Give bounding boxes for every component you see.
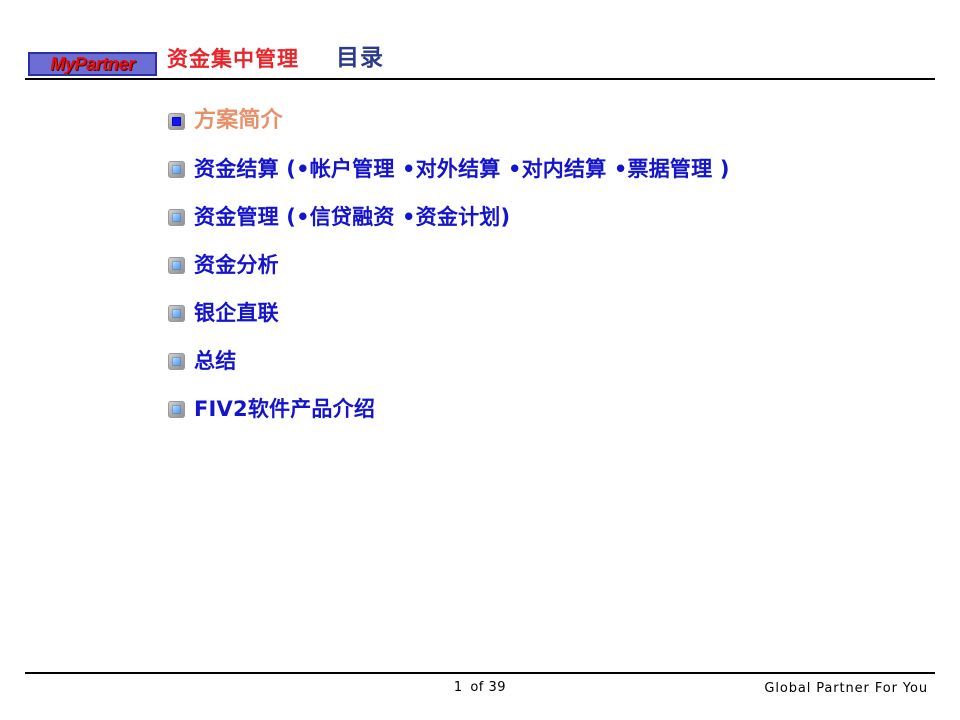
table-of-contents: 方案简介 资金结算 (•帐户管理 •对外结算 •对内结算 •票据管理 ) 资金管… — [168, 106, 948, 442]
page-separator: of — [470, 680, 484, 695]
toc-item-2[interactable]: 资金结算 (•帐户管理 •对外结算 •对内结算 •票据管理 ) — [168, 154, 948, 202]
toc-item-7[interactable]: FIV2软件产品介绍 — [168, 394, 948, 442]
toc-item-label: 资金结算 (•帐户管理 •对外结算 •对内结算 •票据管理 ) — [194, 157, 730, 181]
square-bullet-icon — [168, 353, 185, 370]
slide-header: MyPartner 资金集中管理 目录 — [0, 0, 960, 80]
header-divider — [25, 78, 935, 80]
slide-canvas: MyPartner 资金集中管理 目录 方案简介 资金结算 (•帐户管理 •对外… — [0, 0, 960, 720]
logo-wordmark: MyPartner — [50, 54, 135, 74]
toc-item-5[interactable]: 银企直联 — [168, 298, 948, 346]
toc-item-label: FIV2软件产品介绍 — [194, 397, 376, 421]
toc-item-3[interactable]: 资金管理 (•信贷融资 •资金计划) — [168, 202, 948, 250]
square-bullet-icon — [168, 113, 185, 130]
toc-item-label: 银企直联 — [194, 301, 279, 325]
square-bullet-icon — [168, 209, 185, 226]
square-bullet-icon — [168, 305, 185, 322]
mypartner-logo: MyPartner — [28, 52, 157, 76]
toc-item-label: 资金管理 (•信贷融资 •资金计划) — [194, 205, 511, 229]
footer-divider — [25, 672, 935, 674]
toc-item-1[interactable]: 方案简介 — [168, 106, 948, 154]
toc-item-label: 方案简介 — [194, 108, 283, 133]
square-bullet-icon — [168, 161, 185, 178]
page-title: 目录 — [336, 45, 384, 71]
square-bullet-icon — [168, 257, 185, 274]
toc-item-label: 资金分析 — [194, 253, 279, 277]
page-total: 39 — [488, 680, 507, 695]
product-name-label: 资金集中管理 — [167, 47, 299, 71]
toc-item-6[interactable]: 总结 — [168, 346, 948, 394]
page-current: 1 — [453, 680, 463, 695]
toc-item-4[interactable]: 资金分析 — [168, 250, 948, 298]
toc-item-label: 总结 — [194, 349, 237, 373]
footer-tagline: Global Partner For You — [764, 681, 928, 696]
square-bullet-icon — [168, 401, 185, 418]
